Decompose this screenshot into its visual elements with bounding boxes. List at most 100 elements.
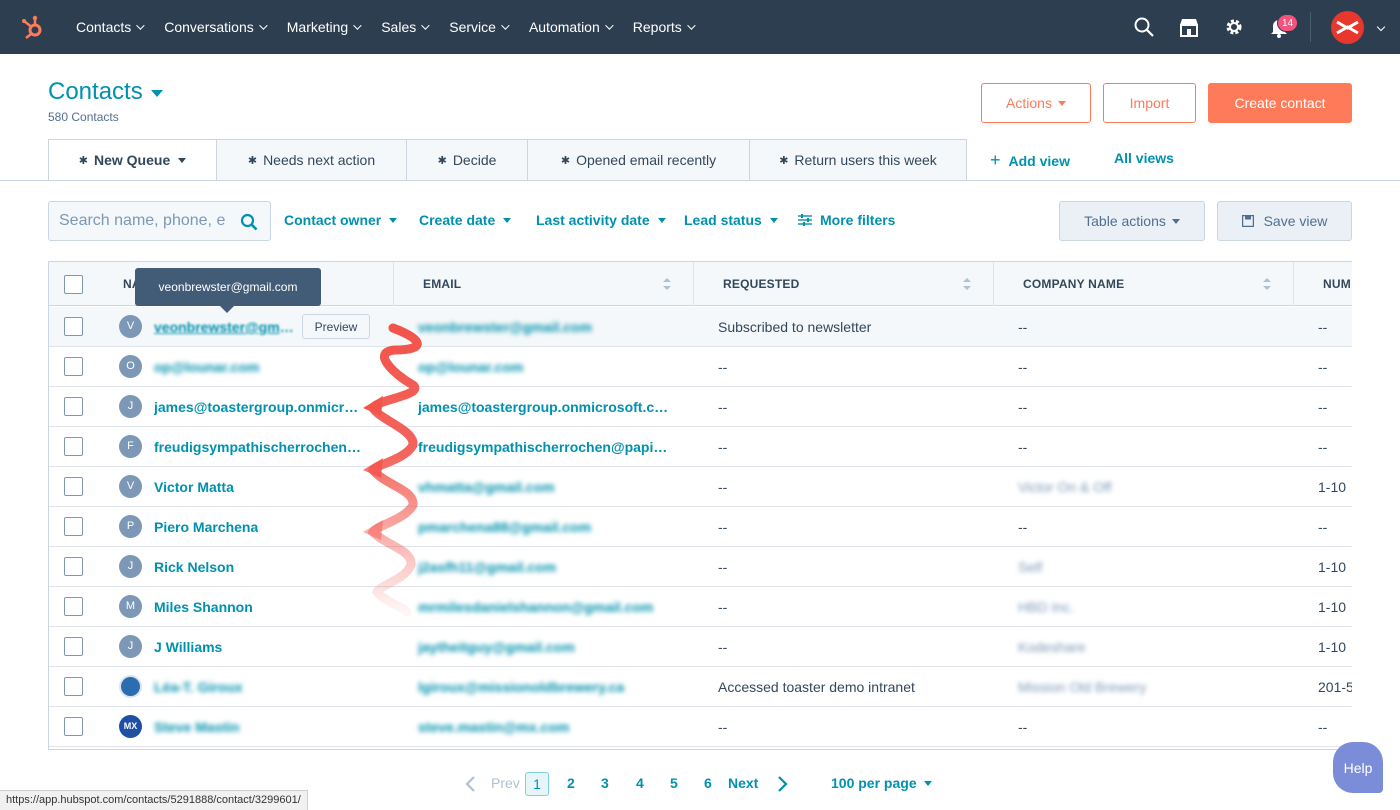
contact-email-link[interactable]: mrmilesdanielshannon@gmail.com bbox=[418, 599, 653, 615]
nav-item-contacts[interactable]: Contacts bbox=[76, 19, 145, 35]
table-row[interactable]: Ffreudigsympathischerrochen@papierkorb.m… bbox=[49, 427, 1352, 467]
contact-name-link[interactable]: op@lounar.com bbox=[154, 359, 259, 375]
page-3-button[interactable]: 3 bbox=[601, 775, 609, 791]
nav-item-marketing[interactable]: Marketing bbox=[287, 19, 362, 35]
table-row[interactable]: Oop@lounar.com op@lounar.com -- -- -- bbox=[49, 347, 1352, 387]
nav-item-reports[interactable]: Reports bbox=[633, 19, 696, 35]
contact-email-link[interactable]: freudigsympathischerrochen@papierkorb.me bbox=[418, 439, 670, 455]
import-button[interactable]: Import bbox=[1103, 83, 1196, 123]
table-row[interactable]: P Piero Marchena pmarchena88@gmail.com -- --… bbox=[49, 507, 1352, 547]
tab-opened-email-recently[interactable]: ✱ Opened email recently bbox=[528, 139, 750, 181]
contact-email-link[interactable]: lgiroux@missionoldbrewery.ca bbox=[418, 679, 624, 695]
table-row[interactable]: Léa-T. Giroux lgiroux@missionoldbrewery.c… bbox=[49, 667, 1352, 707]
contact-email-link[interactable]: james@toastergroup.onmicrosoft.com bbox=[418, 399, 670, 415]
browser-status-url: https://app.hubspot.com/contacts/5291888… bbox=[0, 790, 308, 810]
page-2-button[interactable]: 2 bbox=[567, 775, 575, 791]
page-1-button[interactable]: 1 bbox=[525, 772, 549, 796]
contact-email-link[interactable]: pmarchena88@gmail.com bbox=[418, 519, 591, 535]
account-menu-chevron-icon[interactable] bbox=[1376, 22, 1386, 32]
add-view-button[interactable]: + Add view bbox=[990, 150, 1070, 171]
filter-lead-status[interactable]: Lead status bbox=[684, 212, 778, 228]
table-row[interactable]: MX Steve Mastin steve.mastin@mx.com -- -- -- bbox=[49, 707, 1352, 747]
prev-page-button[interactable]: Prev bbox=[491, 775, 520, 791]
more-filters-button[interactable]: More filters bbox=[798, 212, 895, 228]
column-header-email[interactable]: EMAIL bbox=[394, 262, 694, 306]
column-header-label: NUM bbox=[1323, 277, 1351, 291]
per-page-dropdown[interactable]: 100 per page bbox=[831, 775, 932, 791]
contact-name-link[interactable]: Miles Shannon bbox=[154, 599, 253, 615]
row-checkbox[interactable] bbox=[64, 677, 83, 696]
row-checkbox[interactable] bbox=[64, 517, 83, 536]
search-input[interactable] bbox=[59, 212, 229, 230]
tab-needs-next-action[interactable]: ✱ Needs next action bbox=[217, 139, 407, 181]
table-row[interactable]: Jjames@toastergroup.onmicrosoft.com james… bbox=[49, 387, 1352, 427]
table-row[interactable]: V Victor Matta vhmatta@gmail.com -- Victor O… bbox=[49, 467, 1352, 507]
actions-button[interactable]: Actions bbox=[981, 83, 1091, 123]
sort-icon[interactable] bbox=[663, 278, 671, 290]
chevron-right-icon[interactable] bbox=[777, 775, 789, 793]
contact-name-link[interactable]: Piero Marchena bbox=[154, 519, 258, 535]
tab-decide[interactable]: ✱ Decide bbox=[407, 139, 528, 181]
save-view-button[interactable]: Save view bbox=[1217, 201, 1352, 241]
create-contact-button[interactable]: Create contact bbox=[1208, 83, 1352, 123]
contact-email-link[interactable]: steve.mastin@mx.com bbox=[418, 719, 569, 735]
tab-return-users-this-week[interactable]: ✱ Return users this week bbox=[750, 139, 967, 181]
row-checkbox[interactable] bbox=[64, 597, 83, 616]
contact-name-link[interactable]: J Williams bbox=[154, 639, 222, 655]
column-header-num[interactable]: NUM bbox=[1294, 262, 1352, 306]
help-button[interactable]: Help bbox=[1333, 742, 1383, 793]
contact-name-link[interactable]: freudigsympathischerrochen@papierkorb.me bbox=[154, 439, 366, 455]
contact-name-link[interactable]: veonbrewster@gmail.com bbox=[154, 319, 300, 335]
requested-cell: Subscribed to newsletter bbox=[718, 319, 872, 335]
table-row[interactable]: M Miles Shannon mrmilesdanielshannon@gmail… bbox=[49, 587, 1352, 627]
contact-name-link[interactable]: james@toastergroup.onmicrosoft.com bbox=[154, 399, 366, 415]
table-row[interactable]: J Rick Nelson j2asfh11@gmail.com -- Self 1-10 bbox=[49, 547, 1352, 587]
row-checkbox[interactable] bbox=[64, 357, 83, 376]
contact-name-link[interactable]: Léa-T. Giroux bbox=[154, 679, 243, 695]
search-icon[interactable] bbox=[240, 213, 258, 231]
filter-create-date[interactable]: Create date bbox=[419, 212, 512, 228]
nav-item-conversations[interactable]: Conversations bbox=[164, 19, 268, 35]
contact-name-link[interactable]: Victor Matta bbox=[154, 479, 234, 495]
column-header-company-name[interactable]: COMPANY NAME bbox=[994, 262, 1294, 306]
nav-item-automation[interactable]: Automation bbox=[529, 19, 614, 35]
row-checkbox[interactable] bbox=[64, 437, 83, 456]
row-checkbox[interactable] bbox=[64, 557, 83, 576]
search-icon[interactable] bbox=[1133, 16, 1155, 38]
contact-email-link[interactable]: jaytheitguy@gmail.com bbox=[418, 639, 575, 655]
column-header-requested[interactable]: REQUESTED bbox=[694, 262, 994, 306]
row-checkbox[interactable] bbox=[64, 637, 83, 656]
settings-gear-icon[interactable] bbox=[1223, 16, 1245, 38]
page-title[interactable]: Contacts bbox=[48, 78, 163, 106]
all-views-link[interactable]: All views bbox=[1114, 150, 1174, 166]
select-all-checkbox[interactable] bbox=[64, 275, 83, 294]
page-6-button[interactable]: 6 bbox=[704, 775, 712, 791]
contact-name-link[interactable]: Steve Mastin bbox=[154, 719, 240, 735]
plus-icon: + bbox=[990, 150, 1001, 170]
hubspot-logo-icon[interactable] bbox=[20, 14, 46, 40]
next-page-button[interactable]: Next bbox=[728, 775, 758, 791]
nav-item-service[interactable]: Service bbox=[449, 19, 510, 35]
table-row[interactable]: Vveonbrewster@gmail.comPreviewveonbrewst… bbox=[49, 307, 1352, 347]
account-avatar[interactable] bbox=[1331, 11, 1364, 44]
table-row[interactable]: J J Williams jaytheitguy@gmail.com -- Kodesh… bbox=[49, 627, 1352, 667]
tab-new-queue[interactable]: ✱ New Queue bbox=[48, 139, 217, 181]
contact-email-link[interactable]: veonbrewster@gmail.com bbox=[418, 319, 592, 335]
nav-item-sales[interactable]: Sales bbox=[381, 19, 430, 35]
contact-name-link[interactable]: Rick Nelson bbox=[154, 559, 234, 575]
marketplace-icon[interactable] bbox=[1178, 16, 1200, 38]
filter-last-activity-date[interactable]: Last activity date bbox=[536, 212, 666, 228]
page-4-button[interactable]: 4 bbox=[636, 775, 644, 791]
sort-icon[interactable] bbox=[1263, 278, 1271, 290]
requested-cell: -- bbox=[718, 359, 728, 375]
row-checkbox[interactable] bbox=[64, 317, 83, 336]
page-5-button[interactable]: 5 bbox=[670, 775, 678, 791]
contact-email-link[interactable]: vhmatta@gmail.com bbox=[418, 479, 555, 495]
row-checkbox[interactable] bbox=[64, 717, 83, 736]
row-checkbox[interactable] bbox=[64, 397, 83, 416]
contact-email-link[interactable]: j2asfh11@gmail.com bbox=[418, 559, 556, 575]
row-checkbox[interactable] bbox=[64, 477, 83, 496]
filter-contact-owner[interactable]: Contact owner bbox=[284, 212, 398, 228]
sort-icon[interactable] bbox=[963, 278, 971, 290]
table-actions-button[interactable]: Table actions bbox=[1059, 201, 1205, 241]
